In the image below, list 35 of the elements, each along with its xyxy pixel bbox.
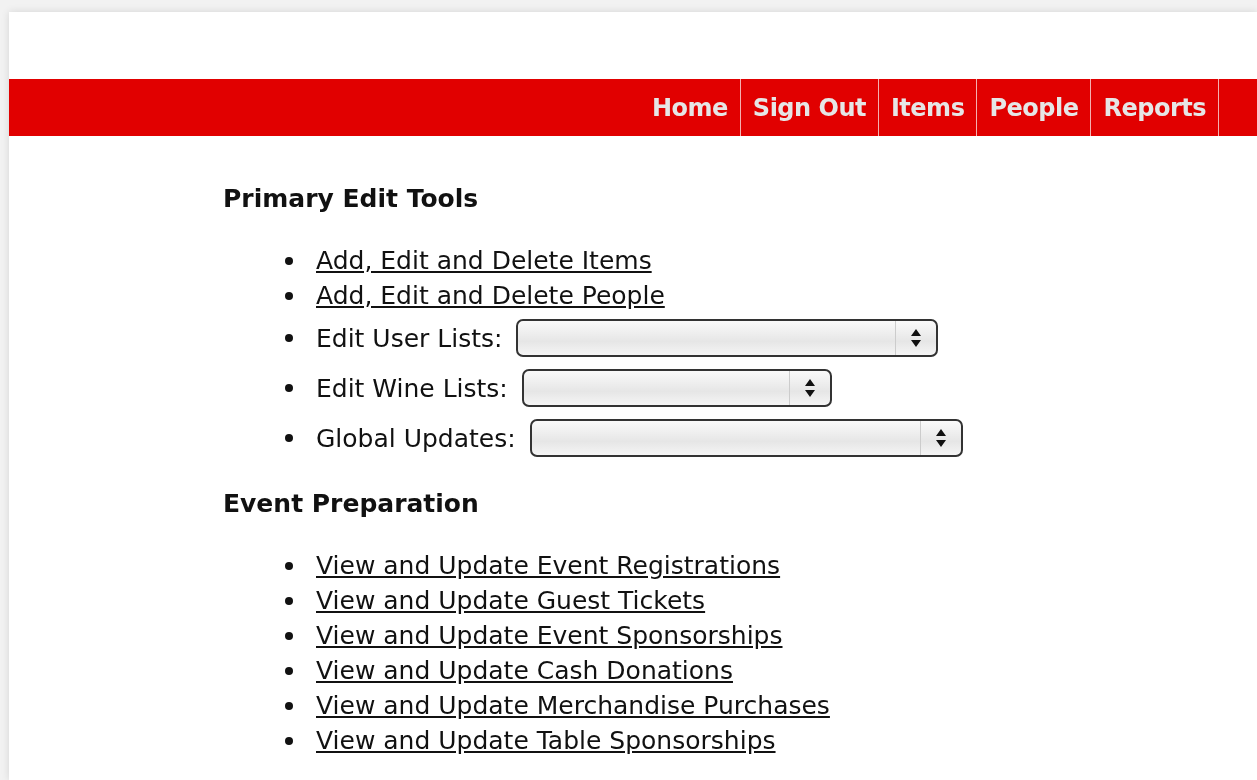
link[interactable]: View and Update Merchandise Purchases [316, 691, 830, 720]
link[interactable]: View and Update Cash Donations [316, 656, 733, 685]
bullet-icon [285, 631, 293, 640]
link[interactable]: View and Update Table Sponsorships [316, 726, 776, 755]
bullet-icon [285, 291, 293, 300]
link[interactable]: View and Update Guest Tickets [316, 586, 706, 615]
bullet-icon [285, 434, 293, 442]
nav-link[interactable]: Home [640, 79, 741, 136]
stepper-icon [910, 328, 923, 348]
link[interactable]: View and Update Event Registrations [316, 551, 781, 580]
select-label: Global Updates: [316, 423, 516, 453]
bullet-icon [285, 736, 293, 745]
stepper-icon [934, 428, 947, 448]
bullet-icon [285, 256, 293, 265]
bullet-icon [285, 666, 293, 675]
select-label: Edit User Lists: [316, 323, 503, 353]
bullet-icon [285, 701, 293, 710]
link[interactable]: View and Update Event Sponsorships [316, 621, 783, 650]
bullet-icon [285, 334, 293, 342]
bullet-icon [285, 596, 293, 605]
link[interactable]: Add, Edit and Delete Items [316, 246, 652, 275]
select-label: Edit Wine Lists: [316, 373, 508, 403]
nav-link[interactable]: Sign Out [740, 79, 879, 136]
dropdown[interactable] [521, 369, 832, 407]
stepper-icon [803, 378, 816, 398]
bullet-icon [285, 384, 293, 392]
dropdown[interactable] [516, 319, 939, 357]
nav-link[interactable]: Items [878, 79, 978, 136]
dropdown[interactable] [529, 419, 963, 457]
bullet-icon [285, 561, 293, 570]
link[interactable]: Add, Edit and Delete People [316, 281, 665, 310]
section-heading: Event Preparation [223, 488, 480, 518]
nav-link[interactable]: People [977, 79, 1092, 136]
section-heading: Primary Edit Tools [223, 183, 480, 213]
nav-link[interactable]: Reports [1091, 79, 1219, 136]
